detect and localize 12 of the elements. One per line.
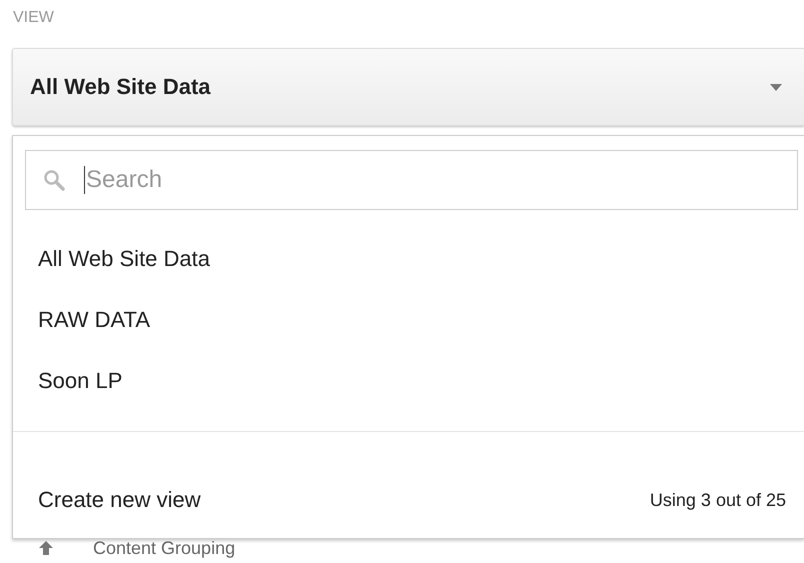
search-icon [43, 169, 65, 191]
content-grouping-label[interactable]: Content Grouping [93, 540, 236, 556]
view-option[interactable]: All Web Site Data [13, 228, 804, 289]
caret-icon [770, 84, 782, 90]
search-field[interactable]: Search [25, 150, 798, 210]
section-label: VIEW [13, 8, 55, 28]
view-dropdown[interactable]: All Web Site Data [12, 48, 804, 126]
view-option[interactable]: Soon LP [13, 350, 804, 411]
view-option[interactable]: RAW DATA [13, 289, 804, 350]
upload-icon [37, 541, 55, 555]
usage-text: Using 3 out of 25 [650, 490, 786, 510]
create-view-link[interactable]: Create new view [38, 487, 201, 513]
